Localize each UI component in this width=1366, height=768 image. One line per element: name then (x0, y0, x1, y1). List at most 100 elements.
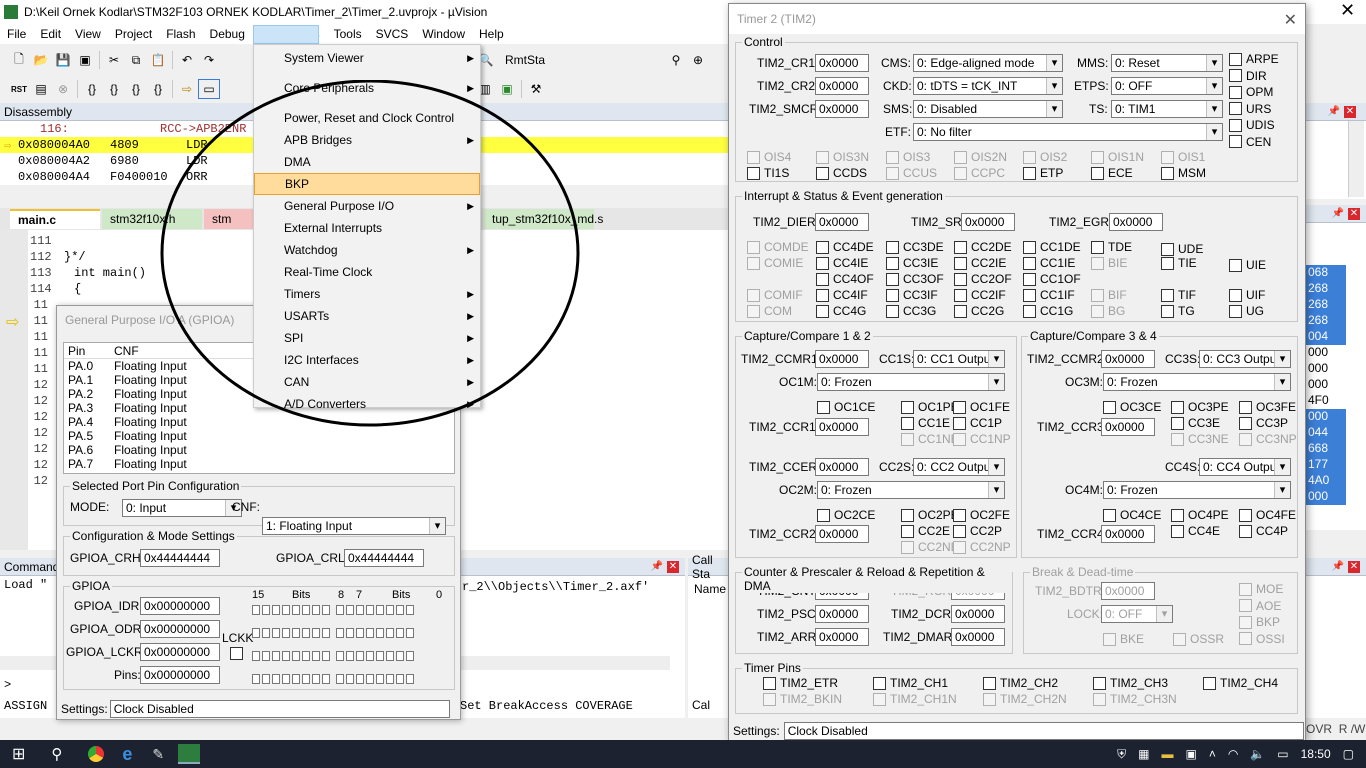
cnf-select[interactable]: 1: Floating Input (262, 517, 446, 535)
cms-select[interactable]: 0: Edge-aligned mode (913, 54, 1063, 72)
close-icon[interactable]: ✕ (1344, 105, 1356, 118)
bit-checkbox[interactable] (322, 605, 330, 615)
shield-icon[interactable]: ⛨ (1117, 747, 1126, 762)
ti-etp[interactable]: ETP (1023, 166, 1063, 180)
idr-input[interactable]: 0x00000000 (140, 597, 220, 615)
etps-select[interactable]: 0: OFF (1111, 77, 1223, 95)
ts-select[interactable]: 0: TIM1 (1111, 100, 1223, 118)
menu-debug[interactable]: Debug (203, 27, 252, 41)
bit-checkbox[interactable] (322, 651, 330, 661)
cr1-input[interactable]: 0x0000 (815, 54, 869, 72)
cr-flag-opm-box[interactable] (1229, 85, 1242, 99)
ti-ti1s-box[interactable] (747, 166, 760, 180)
ois-ois2n-box[interactable] (954, 150, 967, 164)
lckr-input[interactable]: 0x00000000 (140, 643, 220, 661)
pins-input[interactable]: 0x00000000 (140, 666, 220, 684)
find-files-icon[interactable]: ⊕ (687, 50, 709, 70)
bit-checkbox[interactable] (396, 651, 404, 661)
bit-checkbox[interactable] (336, 651, 344, 661)
bit-checkbox[interactable] (262, 628, 270, 638)
sms-select[interactable]: 0: Disabled (913, 100, 1063, 118)
tim2-close-icon[interactable]: ✕ (1284, 10, 1297, 30)
bit-checkbox[interactable] (366, 674, 374, 684)
lckk-checkbox[interactable] (230, 647, 243, 660)
ois-ois2[interactable]: OIS2 (1023, 150, 1067, 164)
ti-etp-box[interactable] (1023, 166, 1036, 180)
bit-checkbox[interactable] (322, 628, 330, 638)
run-icon[interactable]: ▤ (30, 79, 52, 99)
mode-select[interactable]: 0: Input (122, 499, 242, 517)
notification-icon[interactable]: ▢ (1343, 747, 1354, 761)
bit-checkbox[interactable] (356, 651, 364, 661)
cr-flag-cen[interactable]: CEN (1229, 135, 1271, 149)
copy-icon[interactable]: ⧉ (125, 50, 147, 70)
bit-checkbox[interactable] (396, 605, 404, 615)
search-tool-icon[interactable]: ⚲ (665, 50, 687, 70)
cr-flag-udis[interactable]: UDIS (1229, 118, 1275, 132)
bit-checkbox[interactable] (252, 674, 260, 684)
ois-ois1n-box[interactable] (1091, 150, 1104, 164)
cut-icon[interactable]: ✂ (103, 50, 125, 70)
menu-flash[interactable]: Flash (159, 27, 202, 41)
bit-checkbox[interactable] (302, 605, 310, 615)
ti-ccpc-box[interactable] (954, 166, 967, 180)
ti-ccpc[interactable]: CCPC (954, 166, 1005, 180)
ti-ccds-box[interactable] (816, 166, 829, 180)
bit-checkbox[interactable] (322, 674, 330, 684)
ois-ois3[interactable]: OIS3 (886, 150, 930, 164)
folder-icon[interactable]: ▬ (1161, 747, 1173, 761)
command-prompt[interactable]: > (4, 678, 11, 692)
crl-input[interactable]: 0x44444444 (344, 549, 424, 567)
bit-checkbox[interactable] (386, 628, 394, 638)
bit-checkbox[interactable] (292, 674, 300, 684)
ti-ti1s[interactable]: TI1S (747, 166, 789, 180)
bit-checkbox[interactable] (376, 674, 384, 684)
step-out-icon[interactable]: {} (125, 79, 147, 99)
ois-ois1-box[interactable] (1161, 150, 1174, 164)
bit-checkbox[interactable] (396, 628, 404, 638)
reset-icon[interactable]: RST (8, 79, 30, 99)
stop-icon[interactable]: ⊗ (52, 79, 74, 99)
pin-icon[interactable]: 📌 (1328, 106, 1340, 117)
bit-checkbox[interactable] (406, 674, 414, 684)
cr-flag-urs-box[interactable] (1229, 102, 1242, 115)
keil-icon[interactable] (178, 744, 201, 764)
bit-checkbox[interactable] (252, 651, 260, 661)
menu-help[interactable]: Help (472, 27, 511, 41)
rmtsta-text[interactable]: RmtSta (505, 53, 545, 67)
edge-icon[interactable]: e (122, 744, 132, 765)
new-file-icon[interactable]: 🗋 (8, 50, 30, 70)
cr-flag-urs[interactable]: URS (1229, 102, 1271, 116)
ti-ccds[interactable]: CCDS (816, 166, 867, 180)
cr-flag-arpe[interactable]: ARPE (1229, 52, 1279, 66)
editor-tab[interactable]: main.c (10, 209, 100, 229)
bit-checkbox[interactable] (336, 628, 344, 638)
bit-checkbox[interactable] (262, 674, 270, 684)
save-icon[interactable]: 💾 (52, 50, 74, 70)
bit-checkbox[interactable] (282, 651, 290, 661)
ois-ois4[interactable]: OIS4 (747, 150, 791, 164)
network-icon[interactable]: ▦ (1138, 747, 1149, 761)
menu-project[interactable]: Project (108, 27, 159, 41)
chrome-icon[interactable] (88, 746, 105, 762)
bit-checkbox[interactable] (282, 674, 290, 684)
bit-checkbox[interactable] (302, 674, 310, 684)
menu-tools[interactable]: Tools (327, 27, 369, 41)
bit-checkbox[interactable] (262, 605, 270, 615)
scrollbar[interactable] (1348, 121, 1364, 197)
menu-edit[interactable]: Edit (33, 27, 68, 41)
bit-checkbox[interactable] (272, 674, 280, 684)
clock[interactable]: 18:50 (1301, 747, 1331, 761)
ti-ccus[interactable]: CCUS (886, 166, 937, 180)
ti-ece-box[interactable] (1091, 166, 1104, 180)
bit-checkbox[interactable] (406, 628, 414, 638)
bit-checkbox[interactable] (356, 605, 364, 615)
bit-checkbox[interactable] (336, 674, 344, 684)
cr-flag-dir-box[interactable] (1229, 69, 1242, 82)
menu-view[interactable]: View (68, 27, 108, 41)
bit-checkbox[interactable] (356, 674, 364, 684)
cr-flag-opm[interactable]: OPM (1229, 85, 1273, 99)
bit-checkbox[interactable] (312, 674, 320, 684)
menu-file[interactable]: File (0, 27, 33, 41)
step-into-icon[interactable]: {} (81, 79, 103, 99)
